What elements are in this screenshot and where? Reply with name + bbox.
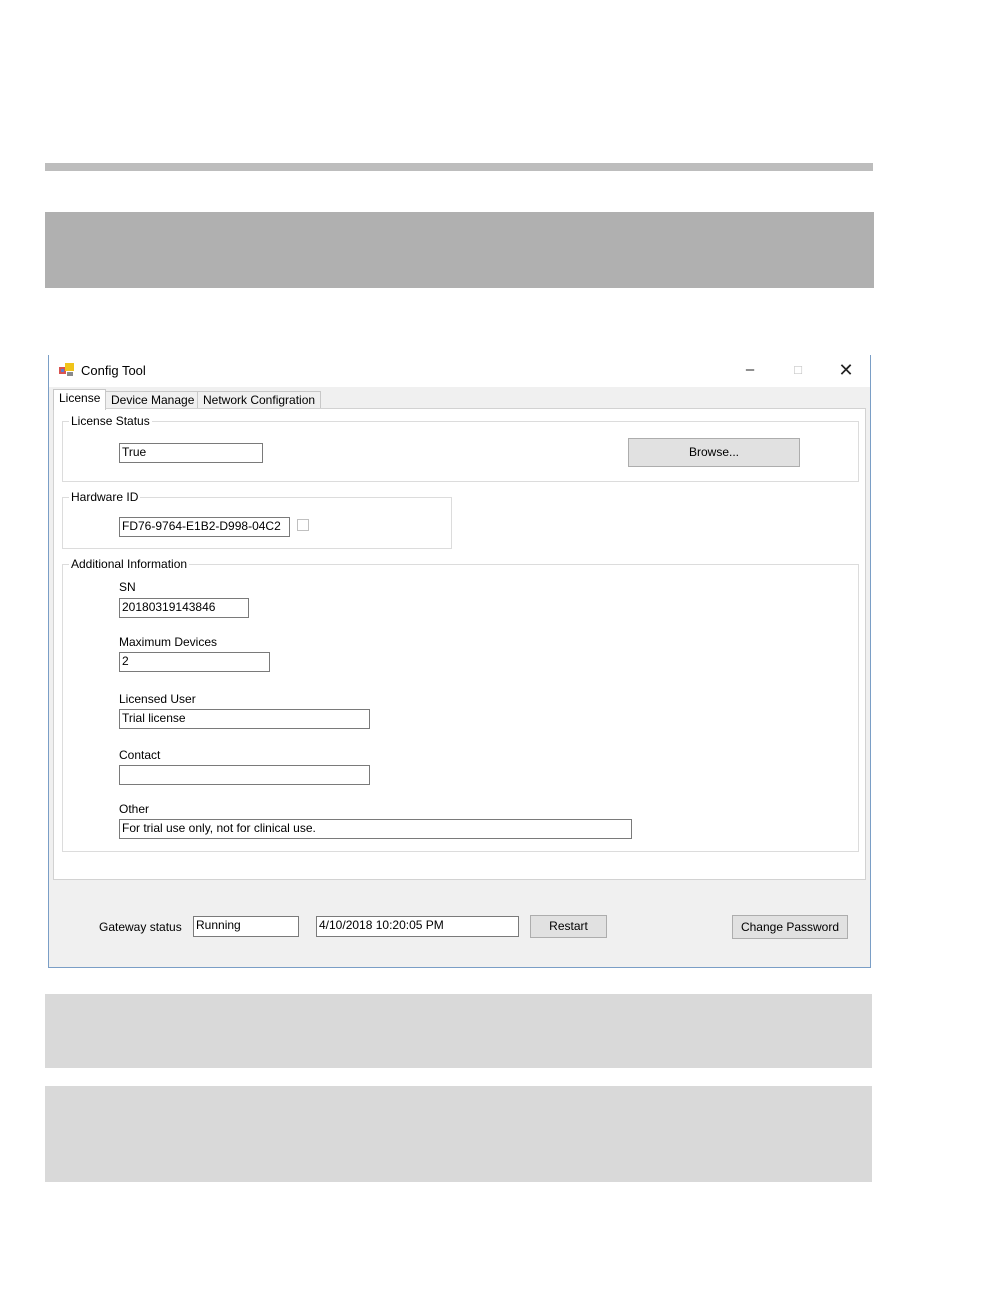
other-label: Other [119, 802, 150, 816]
close-icon[interactable]: ✕ [831, 359, 861, 381]
config-tool-window: Config Tool – □ ✕ License Device Manage … [48, 355, 871, 968]
maximum-devices-field[interactable]: 2 [119, 652, 270, 672]
gateway-status-bar: Gateway status Running 4/10/2018 10:20:0… [49, 883, 870, 968]
gateway-timestamp-field[interactable]: 4/10/2018 10:20:05 PM [316, 916, 519, 937]
tab-device-manage[interactable]: Device Manage [105, 391, 201, 409]
licensed-user-label: Licensed User [119, 692, 196, 706]
gateway-status-label: Gateway status [99, 920, 182, 934]
maximize-icon[interactable]: □ [783, 359, 813, 381]
header-divider-bar [45, 163, 873, 171]
sn-label: SN [119, 580, 136, 594]
license-status-field[interactable]: True [119, 443, 263, 463]
license-status-group: License Status True Browse... [62, 414, 859, 482]
change-password-button[interactable]: Change Password [732, 915, 848, 939]
gateway-status-field[interactable]: Running [193, 916, 299, 937]
title-bar[interactable]: Config Tool – □ ✕ [49, 355, 870, 387]
tab-license[interactable]: License [53, 389, 107, 410]
license-status-label: License Status [69, 414, 152, 428]
footer-gray-block-2 [45, 1086, 872, 1182]
license-tab-page: License Status True Browse... Hardware I… [53, 408, 866, 880]
minimize-icon[interactable]: – [735, 359, 765, 381]
hardware-id-checkbox[interactable] [297, 519, 309, 531]
hardware-id-group: Hardware ID FD76-9764-E1B2-D998-04C2 [62, 490, 452, 549]
maximum-devices-label: Maximum Devices [119, 635, 218, 649]
browse-button[interactable]: Browse... [628, 438, 800, 467]
other-field[interactable]: For trial use only, not for clinical use… [119, 819, 632, 839]
hardware-id-label: Hardware ID [69, 490, 141, 504]
tab-network-configration[interactable]: Network Configration [197, 391, 322, 409]
contact-field[interactable] [119, 765, 370, 785]
app-icon [59, 363, 74, 376]
restart-button[interactable]: Restart [530, 915, 607, 938]
hardware-id-field[interactable]: FD76-9764-E1B2-D998-04C2 [119, 517, 290, 537]
licensed-user-field[interactable]: Trial license [119, 709, 370, 729]
sn-field[interactable]: 20180319143846 [119, 598, 249, 618]
footer-gray-block [45, 994, 872, 1068]
additional-information-group: Additional Information SN 20180319143846… [62, 557, 859, 852]
contact-label: Contact [119, 748, 161, 762]
window-title: Config Tool [81, 363, 146, 378]
header-gray-block [45, 212, 874, 288]
additional-information-label: Additional Information [69, 557, 190, 571]
